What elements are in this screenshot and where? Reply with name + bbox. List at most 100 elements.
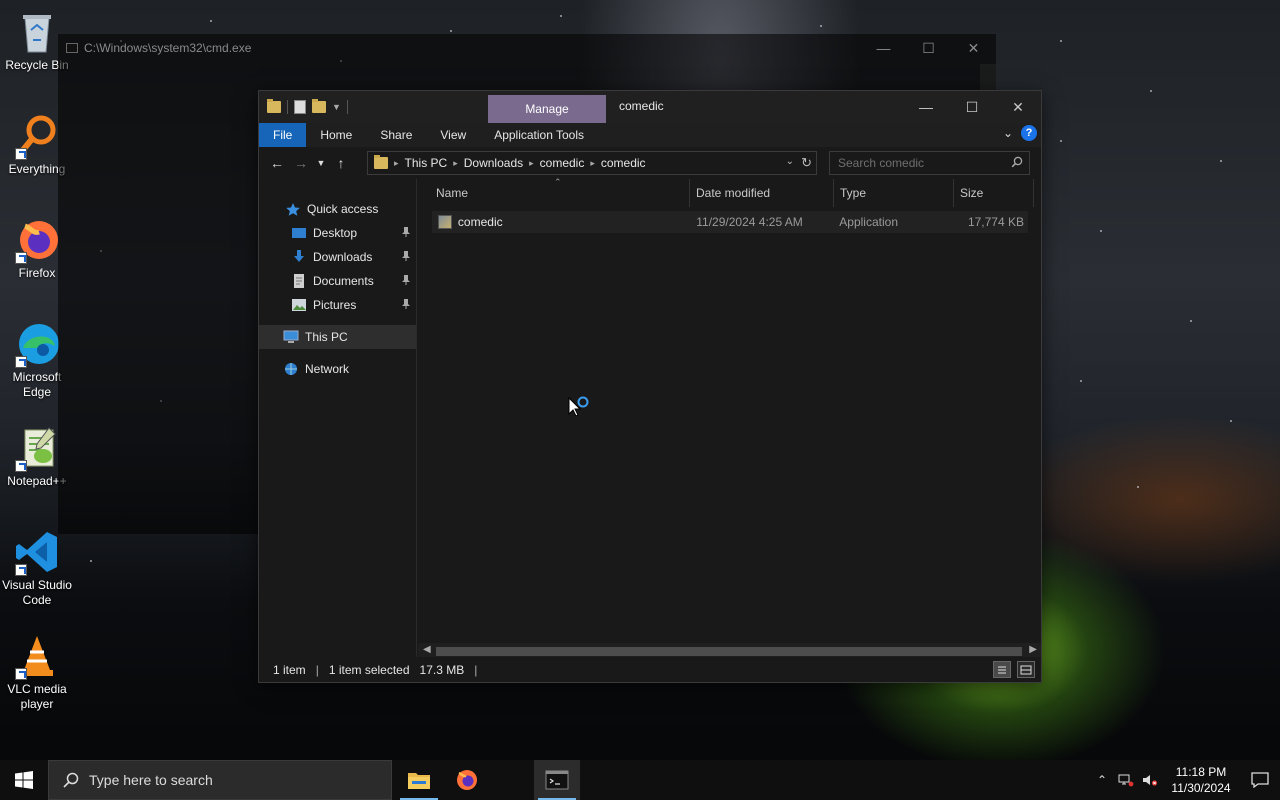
up-arrow-icon[interactable]: ↑ bbox=[329, 151, 353, 175]
ribbon-tabs: File Home Share View Application Tools ⌄… bbox=[259, 123, 1041, 147]
tab-view[interactable]: View bbox=[426, 123, 480, 147]
pin-icon bbox=[402, 227, 410, 237]
clock-time: 11:18 PM bbox=[1175, 765, 1227, 779]
properties-icon[interactable] bbox=[294, 100, 306, 114]
nav-this-pc[interactable]: This PC bbox=[259, 325, 416, 349]
folder-icon bbox=[267, 99, 281, 113]
scroll-right-icon[interactable]: ▶ bbox=[1029, 644, 1037, 655]
computer-icon bbox=[283, 330, 299, 343]
titlebar[interactable]: ▼ Manage comedic — ☐ ✕ bbox=[259, 91, 1041, 123]
column-name[interactable]: Name ⌃ bbox=[418, 177, 690, 207]
start-button[interactable] bbox=[0, 760, 48, 800]
manage-contextual-tab[interactable]: Manage bbox=[488, 95, 606, 123]
close-icon[interactable]: ✕ bbox=[995, 91, 1041, 123]
cmd-window-controls: — ☐ ✕ bbox=[861, 34, 996, 62]
desktop-icon bbox=[292, 228, 306, 238]
minimize-icon[interactable]: — bbox=[861, 34, 906, 62]
search-icon[interactable] bbox=[1011, 156, 1023, 168]
status-bar: 1 item | 1 item selected 17.3 MB | bbox=[259, 657, 1041, 682]
tab-home[interactable]: Home bbox=[306, 123, 366, 147]
terminal-icon bbox=[545, 770, 569, 790]
address-dropdown-icon[interactable]: ⌄ bbox=[786, 156, 794, 167]
folder-icon bbox=[374, 155, 388, 169]
taskbar-file-explorer[interactable] bbox=[396, 760, 442, 800]
back-arrow-icon[interactable]: ← bbox=[265, 151, 289, 175]
selection-info: 1 item selected bbox=[328, 662, 410, 677]
pictures-icon bbox=[292, 299, 306, 311]
navigation-pane: Quick access Desktop Downloads Documents… bbox=[259, 179, 417, 659]
column-size[interactable]: Size bbox=[954, 179, 1034, 207]
help-icon[interactable]: ? bbox=[1021, 125, 1037, 141]
close-icon[interactable]: ✕ bbox=[951, 34, 996, 62]
chevron-up-icon[interactable]: ⌃ bbox=[1090, 760, 1114, 800]
volume-muted-icon[interactable] bbox=[1138, 760, 1162, 800]
taskbar-cmd[interactable] bbox=[534, 760, 580, 800]
file-explorer-icon bbox=[408, 773, 430, 789]
forward-arrow-icon[interactable]: → bbox=[289, 151, 313, 175]
vlc-label: VLC media player bbox=[7, 682, 67, 711]
vlc-shortcut[interactable]: VLC media player bbox=[0, 632, 74, 712]
clock[interactable]: 11:18 PM 11/30/2024 bbox=[1162, 764, 1240, 796]
breadcrumb-comedic-parent[interactable]: comedic bbox=[540, 156, 585, 170]
vscode-label: Visual Studio Code bbox=[2, 578, 72, 607]
chevron-down-icon[interactable]: ▼ bbox=[332, 102, 341, 112]
recent-locations-icon[interactable]: ▼ bbox=[313, 151, 329, 175]
tab-file[interactable]: File bbox=[259, 123, 307, 147]
file-explorer-window: ▼ Manage comedic — ☐ ✕ File Home Share V… bbox=[258, 90, 1042, 683]
star-icon bbox=[286, 203, 300, 216]
nav-pictures[interactable]: Pictures bbox=[259, 293, 416, 317]
pin-icon bbox=[402, 299, 410, 309]
breadcrumb-comedic[interactable]: comedic bbox=[601, 156, 646, 170]
firefox-icon bbox=[13, 216, 61, 264]
maximize-icon[interactable]: ☐ bbox=[906, 34, 951, 62]
large-icons-view-icon[interactable] bbox=[1017, 661, 1035, 678]
maximize-icon[interactable]: ☐ bbox=[949, 91, 995, 123]
new-folder-icon[interactable] bbox=[312, 99, 326, 113]
details-view-icon[interactable] bbox=[993, 661, 1011, 678]
taskbar-firefox[interactable] bbox=[444, 760, 490, 800]
minimize-icon[interactable]: — bbox=[903, 91, 949, 123]
scrollbar-thumb[interactable] bbox=[436, 647, 1022, 656]
column-date-modified[interactable]: Date modified bbox=[690, 179, 834, 207]
file-date: 11/29/2024 4:25 AM bbox=[696, 215, 803, 229]
nav-network[interactable]: Network bbox=[259, 357, 416, 381]
file-row[interactable]: comedic 11/29/2024 4:25 AM Application 1… bbox=[432, 211, 1028, 233]
nav-documents[interactable]: Documents bbox=[259, 269, 416, 293]
edge-icon bbox=[13, 320, 61, 368]
expand-ribbon-icon[interactable]: ⌄ bbox=[1003, 126, 1013, 140]
column-type[interactable]: Type bbox=[834, 179, 954, 207]
firefox-icon bbox=[457, 770, 477, 790]
nav-downloads[interactable]: Downloads bbox=[259, 245, 416, 269]
vlc-icon bbox=[13, 632, 61, 680]
search-box[interactable] bbox=[829, 151, 1030, 175]
breadcrumb-downloads[interactable]: Downloads bbox=[464, 156, 523, 170]
scroll-left-icon[interactable]: ◀ bbox=[423, 644, 431, 655]
search-input[interactable] bbox=[838, 156, 1003, 170]
vscode-shortcut[interactable]: Visual Studio Code bbox=[0, 528, 74, 608]
address-bar[interactable]: ▸ This PC ▸ Downloads ▸ comedic ▸ comedi… bbox=[367, 151, 817, 175]
recycle-bin-icon bbox=[13, 8, 61, 56]
action-center-button[interactable] bbox=[1240, 760, 1280, 800]
navigation-bar: ← → ▼ ↑ ▸ This PC ▸ Downloads ▸ comedic … bbox=[259, 147, 1041, 179]
nav-quick-access[interactable]: Quick access bbox=[259, 197, 416, 221]
system-tray: ⌃ 11:18 PM 11/30/2024 bbox=[1090, 760, 1280, 800]
column-headers: Name ⌃ Date modified Type Size bbox=[418, 177, 1041, 207]
window-controls: — ☐ ✕ bbox=[903, 91, 1041, 123]
network-icon[interactable] bbox=[1114, 760, 1138, 800]
busy-cursor-icon bbox=[568, 396, 589, 417]
breadcrumb-this-pc[interactable]: This PC bbox=[405, 156, 448, 170]
pin-icon bbox=[402, 275, 410, 285]
file-name: comedic bbox=[457, 215, 503, 229]
download-icon bbox=[294, 250, 304, 262]
taskbar-search-box[interactable]: Type here to search bbox=[48, 760, 392, 800]
cmd-titlebar[interactable]: C:\Windows\system32\cmd.exe bbox=[58, 34, 996, 62]
windows-logo-icon bbox=[15, 771, 33, 789]
nav-desktop[interactable]: Desktop bbox=[259, 221, 416, 245]
quick-access-toolbar: ▼ bbox=[259, 99, 348, 114]
notepadpp-icon bbox=[13, 424, 61, 472]
refresh-icon[interactable]: ↻ bbox=[801, 155, 812, 171]
tab-share[interactable]: Share bbox=[366, 123, 426, 147]
search-icon bbox=[63, 772, 79, 788]
application-icon bbox=[438, 215, 452, 229]
tab-application-tools[interactable]: Application Tools bbox=[480, 123, 598, 147]
